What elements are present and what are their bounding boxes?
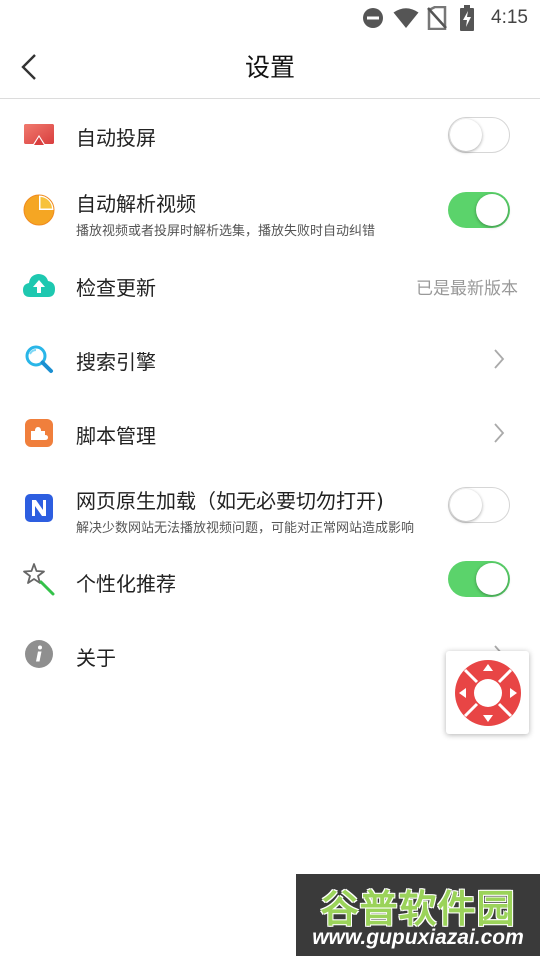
setting-search-engine[interactable]: 搜索引擎 — [0, 322, 540, 396]
setting-script-manage[interactable]: 脚本管理 — [0, 396, 540, 470]
setting-auto-parse-video[interactable]: 自动解析视频 播放视频或者投屏时解析选集，播放失败时自动纠错 — [0, 172, 540, 248]
setting-check-update[interactable]: 检查更新 已是最新版本 — [0, 248, 540, 322]
setting-title: 检查更新 — [76, 276, 156, 300]
direction-pad-icon — [454, 659, 521, 726]
setting-title: 个性化推荐 — [76, 572, 176, 596]
n-logo-icon — [22, 491, 56, 525]
chevron-right-icon — [494, 423, 505, 443]
native-load-toggle[interactable] — [448, 487, 510, 523]
setting-subtitle: 解决少数网站无法播放视频问题，可能对正常网站造成影响 — [76, 521, 415, 536]
update-status-value: 已是最新版本 — [416, 279, 518, 299]
setting-title: 脚本管理 — [76, 424, 156, 448]
status-bar: 4:15 — [0, 0, 540, 36]
screen-cast-icon — [22, 119, 56, 153]
auto-cast-toggle[interactable] — [448, 117, 510, 153]
do-not-disturb-icon — [360, 0, 386, 36]
status-time: 4:15 — [491, 7, 528, 28]
setting-title: 自动投屏 — [76, 126, 156, 150]
magic-wand-icon — [22, 562, 56, 596]
no-sim-icon — [425, 0, 449, 36]
wifi-icon — [392, 0, 420, 36]
pie-chart-icon — [22, 193, 56, 227]
floating-control-widget[interactable] — [446, 651, 529, 734]
battery-charging-icon — [456, 0, 478, 36]
setting-personalized[interactable]: 个性化推荐 — [0, 546, 540, 616]
setting-title: 关于 — [76, 646, 116, 670]
search-icon — [22, 342, 56, 376]
personalized-toggle[interactable] — [448, 561, 510, 597]
watermark-logo: 谷普软件园 www.gupuxiazai.com — [296, 874, 540, 956]
auto-parse-video-toggle[interactable] — [448, 192, 510, 228]
puzzle-icon — [22, 416, 56, 450]
setting-native-load[interactable]: 网页原生加载（如无必要切勿打开) 解决少数网站无法播放视频问题，可能对正常网站造… — [0, 470, 540, 546]
page-title: 设置 — [244, 53, 295, 82]
chevron-right-icon — [494, 349, 505, 369]
cloud-upload-icon — [22, 268, 56, 302]
setting-title: 网页原生加载（如无必要切勿打开) — [76, 489, 384, 513]
setting-auto-cast[interactable]: 自动投屏 — [0, 100, 540, 172]
watermark-title: 谷普软件园 — [320, 887, 516, 931]
info-icon — [22, 637, 56, 671]
app-header: 设置 — [0, 36, 540, 99]
setting-subtitle: 播放视频或者投屏时解析选集，播放失败时自动纠错 — [76, 224, 376, 239]
watermark-url: www.gupuxiazai.com — [312, 926, 524, 949]
setting-title: 自动解析视频 — [76, 192, 196, 216]
setting-title: 搜索引擎 — [76, 350, 156, 374]
